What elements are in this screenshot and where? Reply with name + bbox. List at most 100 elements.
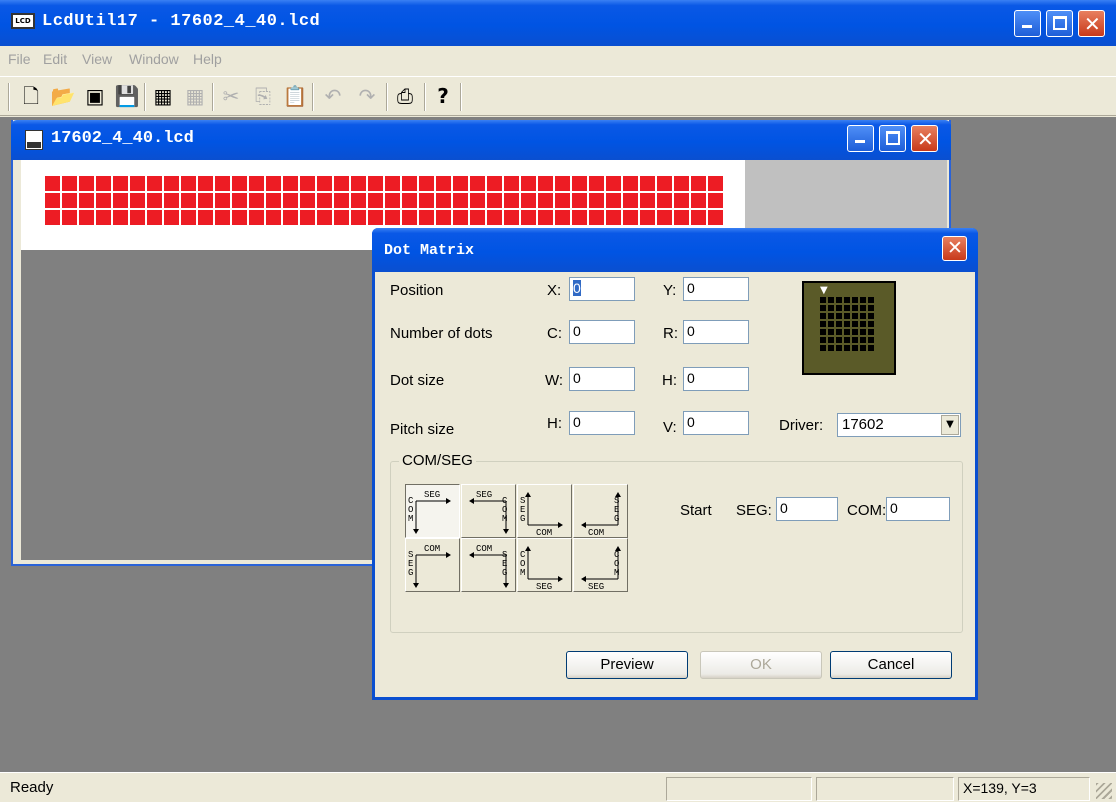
- minimize-button[interactable]: [1014, 10, 1041, 37]
- new-file-icon[interactable]: 🗋: [18, 83, 44, 109]
- start-seg-input[interactable]: 0: [776, 497, 838, 521]
- lcd-dot: [164, 176, 179, 191]
- main-title-bar[interactable]: LCD LcdUtil17 - 17602_4_40.lcd ✕: [0, 0, 1116, 46]
- svg-text:M: M: [408, 514, 413, 524]
- lcd-dot: [572, 193, 587, 208]
- lcd-file-icon: [25, 130, 43, 150]
- menu-edit[interactable]: Edit: [43, 51, 67, 67]
- document-title-bar[interactable]: 17602_4_40.lcd ✕: [11, 120, 951, 160]
- h-label: H:: [662, 372, 677, 389]
- grid-disabled-icon[interactable]: ▦: [182, 83, 208, 109]
- lcd-dot: [402, 176, 417, 191]
- doc-close-button[interactable]: ✕: [911, 125, 938, 152]
- cut-icon[interactable]: ✂: [218, 83, 244, 109]
- driver-select[interactable]: 17602 ▼: [837, 413, 961, 437]
- preview-dot: [852, 337, 858, 343]
- lcd-dot: [317, 210, 332, 225]
- lcd-dot: [691, 210, 706, 225]
- lcd-dot: [436, 193, 451, 208]
- open-folder-icon[interactable]: 📂: [50, 83, 76, 109]
- save-icon[interactable]: 💾: [114, 83, 140, 109]
- dots-c-input[interactable]: 0: [569, 320, 635, 344]
- lcd-dot: [300, 176, 315, 191]
- preview-dot: [844, 297, 850, 303]
- resize-grip-icon[interactable]: [1096, 783, 1112, 799]
- preview-dot: [852, 345, 858, 351]
- lcd-dot: [419, 210, 434, 225]
- svg-text:SEG: SEG: [588, 582, 604, 592]
- copy-icon[interactable]: ⎘: [250, 83, 276, 109]
- dot-matrix-preview: ▼: [802, 281, 896, 375]
- lcd-dot: [266, 193, 281, 208]
- lcd-dot: [572, 176, 587, 191]
- start-label: Start: [680, 502, 712, 519]
- dot-size-w-input[interactable]: 0: [569, 367, 635, 391]
- redo-icon[interactable]: ↷: [354, 83, 380, 109]
- lcd-dot: [521, 193, 536, 208]
- menu-window[interactable]: Window: [129, 51, 179, 67]
- pitch-v-input[interactable]: 0: [683, 411, 749, 435]
- scan-direction-button[interactable]: C O M SEG: [405, 484, 460, 538]
- dialog-close-button[interactable]: ✕: [942, 236, 967, 261]
- print-icon[interactable]: ⎙: [392, 83, 418, 109]
- scan-direction-button[interactable]: S E G COM: [573, 484, 628, 538]
- close-button[interactable]: ✕: [1078, 10, 1105, 37]
- dot-size-h-input[interactable]: 0: [683, 367, 749, 391]
- lcd-dot: [181, 176, 196, 191]
- toolbar-separator: [460, 83, 462, 111]
- preview-dot: [860, 297, 866, 303]
- doc-minimize-button[interactable]: [847, 125, 874, 152]
- lcd-dot: [334, 176, 349, 191]
- maximize-icon: [886, 131, 900, 145]
- help-icon[interactable]: ?: [430, 83, 456, 109]
- scan-direction-button[interactable]: C O M SEG: [461, 484, 516, 538]
- maximize-icon: [1053, 16, 1067, 30]
- chevron-down-icon[interactable]: ▼: [941, 415, 959, 435]
- svg-text:SEG: SEG: [476, 490, 492, 500]
- dots-r-input[interactable]: 0: [683, 320, 749, 344]
- lcd-dot: [181, 210, 196, 225]
- lcd-dot: [708, 210, 723, 225]
- ok-button[interactable]: OK: [700, 651, 822, 679]
- lcd-dot: [487, 193, 502, 208]
- position-x-input[interactable]: 0: [569, 277, 635, 301]
- paste-icon[interactable]: 📋: [282, 83, 308, 109]
- minimize-icon: [855, 140, 865, 143]
- undo-icon[interactable]: ↶: [320, 83, 346, 109]
- preview-button[interactable]: Preview: [566, 651, 688, 679]
- preview-dot: [828, 297, 834, 303]
- start-com-input[interactable]: 0: [886, 497, 950, 521]
- grid-icon[interactable]: ▦: [150, 83, 176, 109]
- menu-view[interactable]: View: [82, 51, 112, 67]
- scan-direction-icon: SEGCOM: [520, 492, 563, 538]
- scan-direction-button[interactable]: S E G COM: [461, 538, 516, 592]
- menu-file[interactable]: File: [8, 51, 31, 67]
- toolbar-separator: [144, 83, 146, 111]
- dialog-title-bar[interactable]: Dot Matrix ✕: [372, 228, 978, 272]
- pitch-h-input[interactable]: 0: [569, 411, 635, 435]
- doc-maximize-button[interactable]: [879, 125, 906, 152]
- scan-direction-button[interactable]: S E G COM: [405, 538, 460, 592]
- lcd-dot: [521, 176, 536, 191]
- close-icon: ✕: [1084, 12, 1101, 36]
- scan-direction-button[interactable]: S E G COM: [517, 484, 572, 538]
- svg-text:COM: COM: [424, 544, 440, 554]
- position-y-input[interactable]: 0: [683, 277, 749, 301]
- menu-help[interactable]: Help: [193, 51, 222, 67]
- preview-dot: [860, 345, 866, 351]
- scan-direction-button[interactable]: C O M SEG: [573, 538, 628, 592]
- preview-dot-grid: [820, 297, 874, 351]
- lcd-dot: [130, 176, 145, 191]
- minimize-icon: [1022, 25, 1032, 28]
- preview-dot: [836, 345, 842, 351]
- svg-text:COM: COM: [588, 528, 604, 538]
- import-icon[interactable]: ▣: [82, 83, 108, 109]
- preview-dot: [860, 329, 866, 335]
- maximize-button[interactable]: [1046, 10, 1073, 37]
- scan-direction-button[interactable]: C O M SEG: [517, 538, 572, 592]
- cancel-button[interactable]: Cancel: [830, 651, 952, 679]
- lcd-dot: [266, 176, 281, 191]
- lcd-dot: [113, 176, 128, 191]
- lcd-dot: [555, 193, 570, 208]
- close-icon: ✕: [947, 237, 963, 259]
